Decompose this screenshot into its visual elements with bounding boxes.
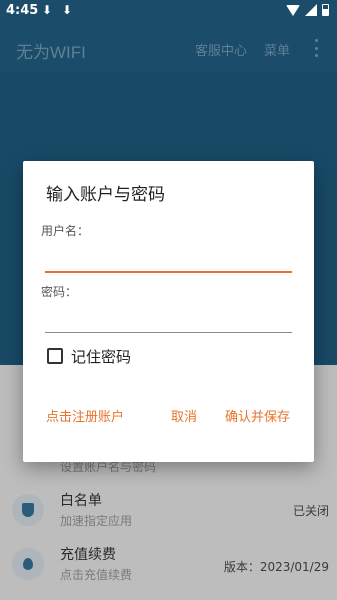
app-title: 无为WIFI	[16, 43, 86, 62]
list-item-status: 已关闭	[292, 504, 329, 518]
remember-password-label: 记住密码	[71, 347, 132, 366]
remember-password-checkbox[interactable]: 记住密码	[47, 344, 131, 368]
app-bar: 无为WIFI 客服中心 菜单	[0, 24, 337, 72]
battery-icon	[322, 4, 329, 16]
password-field[interactable]	[45, 305, 292, 333]
list-item-subtitle: 点击充值续费	[60, 568, 133, 582]
register-account-button[interactable]: 点击注册账户	[46, 406, 124, 425]
version-label: 版本：2023/01/29	[223, 560, 329, 574]
password-label: 密码：	[41, 285, 78, 299]
dialog-title: 输入账户与密码	[46, 185, 165, 205]
signal-icon	[305, 4, 317, 16]
status-bar: 4:45 ⬇ ⬇	[0, 0, 337, 24]
username-label: 用户名：	[41, 224, 90, 238]
wifi-icon	[286, 4, 300, 16]
checkbox-icon[interactable]	[47, 348, 63, 364]
drop-icon	[12, 548, 44, 580]
username-field[interactable]	[45, 245, 292, 273]
list-item-whitelist[interactable]: 白名单 加速指定应用 已关闭	[0, 484, 337, 536]
download-icon: ⬇	[62, 3, 73, 17]
status-time: 4:45	[6, 3, 39, 18]
download-icon: ⬇	[42, 3, 53, 17]
cancel-button[interactable]: 取消	[171, 406, 197, 425]
service-center-menu[interactable]: 客服中心	[195, 40, 247, 59]
list-item-title: 充值续费	[60, 547, 116, 563]
list-item-subtitle: 加速指定应用	[60, 514, 133, 528]
shield-icon	[12, 494, 44, 526]
menu-button[interactable]: 菜单	[264, 40, 290, 59]
list-item-recharge[interactable]: 充值续费 点击充值续费 版本：2023/01/29	[0, 540, 337, 592]
confirm-save-button[interactable]: 确认并保存	[225, 406, 290, 425]
login-dialog: 输入账户与密码 用户名： 密码： 记住密码 点击注册账户 取消 确认并保存	[23, 161, 314, 462]
list-item-title: 白名单	[60, 493, 102, 509]
more-options-icon[interactable]	[312, 39, 320, 57]
